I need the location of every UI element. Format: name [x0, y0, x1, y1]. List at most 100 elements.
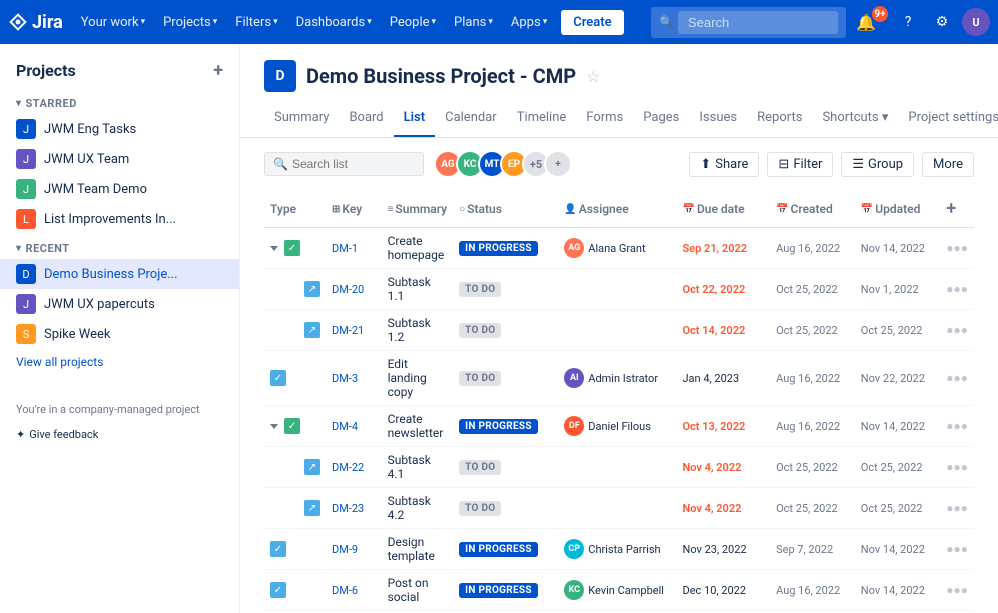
issue-key[interactable]: DM-22 — [332, 461, 364, 474]
cell-type: ✓ — [264, 529, 326, 570]
cell-actions[interactable]: ●●● — [940, 447, 974, 488]
tab-project-settings[interactable]: Project settings — [898, 100, 998, 137]
nav-people[interactable]: People ▾ — [382, 11, 444, 34]
assignee-name: Alana Grant — [588, 242, 645, 255]
tab-shortcuts[interactable]: Shortcuts ▾ — [812, 100, 898, 137]
row-menu-icon[interactable]: ●●● — [946, 501, 968, 515]
tab-list[interactable]: List — [394, 100, 435, 137]
filter-button[interactable]: ⊟ Filter — [767, 152, 833, 177]
cell-actions[interactable]: ●●● — [940, 570, 974, 611]
sidebar-item-jwm-team[interactable]: J JWM Team Demo — [0, 174, 239, 204]
row-menu-icon[interactable]: ●●● — [946, 460, 968, 474]
create-button[interactable]: Create — [561, 10, 623, 35]
cell-due-date: Oct 14, 2022 — [676, 310, 770, 351]
issue-key[interactable]: DM-9 — [332, 543, 358, 556]
row-expander[interactable] — [270, 424, 282, 429]
issue-key[interactable]: DM-1 — [332, 242, 358, 255]
tab-issues[interactable]: Issues — [689, 100, 747, 137]
tab-timeline[interactable]: Timeline — [507, 100, 577, 137]
col-header-actions[interactable]: + — [940, 190, 974, 228]
nav-apps[interactable]: Apps ▾ — [503, 11, 555, 34]
help-icon[interactable]: ? — [894, 8, 922, 36]
star-button[interactable]: ☆ — [586, 67, 600, 86]
status-badge: IN PROGRESS — [459, 419, 538, 434]
sidebar-item-list-imp[interactable]: L List Improvements In... — [0, 204, 239, 234]
issue-key[interactable]: DM-20 — [332, 283, 364, 296]
view-all-projects[interactable]: View all projects — [0, 349, 239, 375]
more-button[interactable]: More — [922, 152, 974, 177]
col-header-key: ⊞ Key — [326, 190, 382, 228]
tab-forms[interactable]: Forms — [576, 100, 633, 137]
cell-due-date: Sep 21, 2022 — [676, 228, 770, 269]
tab-summary[interactable]: Summary — [264, 100, 339, 137]
avatar-filter-add[interactable]: + — [544, 150, 572, 178]
cell-actions[interactable]: ●●● — [940, 269, 974, 310]
tab-calendar[interactable]: Calendar — [435, 100, 507, 137]
cell-updated: Oct 25, 2022 — [855, 488, 940, 529]
cell-key[interactable]: DM-6 — [326, 570, 382, 611]
issue-key[interactable]: DM-6 — [332, 584, 358, 597]
row-menu-icon[interactable]: ●●● — [946, 323, 968, 337]
row-menu-icon[interactable]: ●●● — [946, 419, 968, 433]
settings-icon[interactable]: ⚙ — [928, 8, 956, 36]
nav-projects[interactable]: Projects ▾ — [155, 11, 225, 34]
search-list-box[interactable]: 🔍 — [264, 152, 424, 176]
user-avatar[interactable]: U — [962, 8, 990, 36]
cell-created: Oct 25, 2022 — [770, 488, 855, 529]
row-menu-icon[interactable]: ●●● — [946, 583, 968, 597]
tab-pages[interactable]: Pages — [633, 100, 689, 137]
nav-plans[interactable]: Plans ▾ — [446, 11, 501, 34]
cell-key[interactable]: DM-23 — [326, 488, 382, 529]
give-feedback-button[interactable]: ✦ Give feedback — [0, 424, 239, 445]
row-menu-icon[interactable]: ●●● — [946, 282, 968, 296]
cell-actions[interactable]: ●●● — [940, 310, 974, 351]
cell-updated: Nov 14, 2022 — [855, 406, 940, 447]
tab-board[interactable]: Board — [339, 100, 393, 137]
sidebar-item-jwm-eng[interactable]: J JWM Eng Tasks — [0, 114, 239, 144]
cell-key[interactable]: DM-22 — [326, 447, 382, 488]
cell-key[interactable]: DM-3 — [326, 351, 382, 406]
row-menu-icon[interactable]: ●●● — [946, 241, 968, 255]
sidebar-item-demo-biz[interactable]: D Demo Business Proje... — [0, 259, 239, 289]
sidebar-item-jwm-ux[interactable]: J JWM UX Team — [0, 144, 239, 174]
cell-actions[interactable]: ●●● — [940, 406, 974, 447]
nav-filters[interactable]: Filters ▾ — [227, 11, 285, 34]
tab-reports[interactable]: Reports — [747, 100, 812, 137]
cell-key[interactable]: DM-9 — [326, 529, 382, 570]
sidebar-item-label: Spike Week — [44, 327, 110, 342]
cell-actions[interactable]: ●●● — [940, 351, 974, 406]
issue-key[interactable]: DM-3 — [332, 372, 358, 385]
row-expander[interactable] — [270, 246, 282, 251]
type-icon: ✓ — [270, 370, 286, 386]
cell-due-date: Nov 23, 2022 — [676, 529, 770, 570]
nav-your-work[interactable]: Your work ▾ — [73, 11, 153, 34]
list-imp-icon: L — [16, 209, 36, 229]
search-list-input[interactable] — [292, 157, 415, 171]
assignee-cell: DF Daniel Filous — [564, 416, 670, 436]
sidebar-item-spike[interactable]: S Spike Week — [0, 319, 239, 349]
issue-key[interactable]: DM-21 — [332, 324, 364, 337]
sidebar-item-label: List Improvements In... — [44, 212, 176, 227]
cell-actions[interactable]: ●●● — [940, 529, 974, 570]
notification-bell[interactable]: 🔔 9+ — [852, 8, 888, 36]
sidebar-item-jwm-ux-p[interactable]: J JWM UX papercuts — [0, 289, 239, 319]
group-button[interactable]: ☰ Group — [841, 152, 914, 177]
cell-key[interactable]: DM-21 — [326, 310, 382, 351]
issue-key[interactable]: DM-23 — [332, 502, 364, 515]
cell-key[interactable]: DM-1 — [326, 228, 382, 269]
cell-key[interactable]: DM-20 — [326, 269, 382, 310]
cell-actions[interactable]: ●●● — [940, 488, 974, 529]
search-input[interactable] — [678, 11, 838, 34]
add-project-button[interactable]: + — [213, 60, 223, 81]
share-button[interactable]: ⬆ Share — [689, 152, 759, 177]
cell-key[interactable]: DM-4 — [326, 406, 382, 447]
cell-type: ↗ — [264, 488, 326, 529]
cell-due-date: Nov 4, 2022 — [676, 488, 770, 529]
cell-status: IN PROGRESS — [453, 570, 558, 611]
cell-actions[interactable]: ●●● — [940, 228, 974, 269]
row-menu-icon[interactable]: ●●● — [946, 542, 968, 556]
nav-dashboards[interactable]: Dashboards ▾ — [288, 11, 380, 34]
row-menu-icon[interactable]: ●●● — [946, 371, 968, 385]
issue-key[interactable]: DM-4 — [332, 420, 358, 433]
type-icon: ✓ — [284, 418, 300, 434]
